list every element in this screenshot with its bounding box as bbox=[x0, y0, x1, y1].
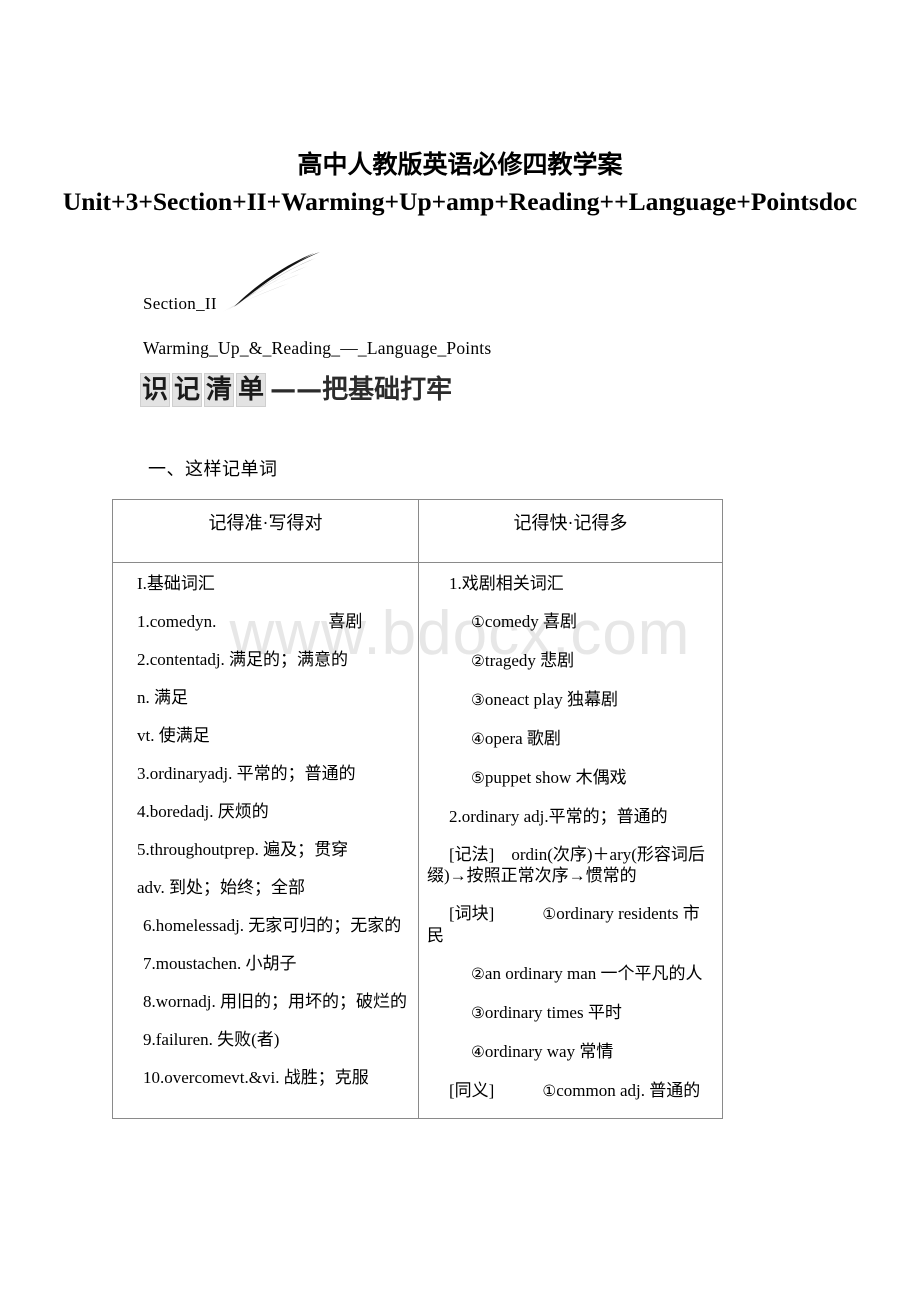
table-header-row: 记得准·写得对 记得快·记得多 bbox=[112, 499, 723, 563]
title-line-english: Unit+3+Section+II+Warming+Up+amp+Reading… bbox=[62, 187, 858, 216]
right-vocab-item: ④opera 歌剧 bbox=[427, 728, 714, 750]
right-vocab-item-text: an ordinary man 一个平凡的人 bbox=[484, 964, 703, 983]
right-vocab-item-text: 2.ordinary adj.平常的；普通的 bbox=[449, 807, 668, 826]
left-vocab-item: n. 满足 bbox=[137, 687, 410, 708]
left-vocab-item-text: 1.comedyn. bbox=[137, 612, 217, 631]
right-vocab-item-text: comedy 喜剧 bbox=[484, 612, 577, 631]
left-vocab-item: 10.overcomevt.&vi. 战胜；克服 bbox=[121, 1067, 410, 1088]
boxed-heading: 识记清单 ——把基础打牢 bbox=[0, 373, 920, 407]
right-vocab-item-label: [同义] bbox=[449, 1081, 495, 1100]
left-vocab-item: 4.boredadj. 厌烦的 bbox=[137, 801, 410, 822]
left-vocab-item-text: 6.homelessadj. 无家可归的；无家的 bbox=[143, 916, 402, 935]
left-vocab-item-text: adv. 到处；始终；全部 bbox=[137, 878, 305, 897]
right-vocab-item-marker: ① bbox=[542, 1082, 557, 1100]
right-vocab-item-marker: ② bbox=[471, 652, 485, 670]
left-vocab-item: 3.ordinaryadj. 平常的；普通的 bbox=[137, 763, 410, 784]
document-page: 高中人教版英语必修四教学案 Unit+3+Section+II+Warming+… bbox=[0, 0, 920, 1119]
left-vocab-item-text: 5.throughoutprep. 遍及；贯穿 bbox=[137, 840, 349, 859]
left-vocab-item-text: 7.moustachen. 小胡子 bbox=[143, 954, 297, 973]
section-subtitle: Warming_Up_&_Reading_—_Language_Points bbox=[143, 338, 492, 358]
vocabulary-table: 记得准·写得对 记得快·记得多 I.基础词汇 1.comedyn. 喜剧 2.cont… bbox=[112, 499, 723, 1119]
right-vocab-item: 1.戏剧相关词汇 bbox=[427, 573, 714, 594]
left-vocab-item: 6.homelessadj. 无家可归的；无家的 bbox=[121, 915, 410, 936]
right-vocab-item: [同义] ①common adj. 普通的 bbox=[427, 1080, 714, 1102]
boxed-char-2: 记 bbox=[172, 373, 203, 407]
left-vocab-item-gloss: 喜剧 bbox=[328, 612, 363, 631]
left-vocab-item: 2.contentadj. 满足的；满意的 bbox=[137, 649, 410, 670]
right-vocab-item-marker: ① bbox=[471, 613, 485, 631]
left-vocab-item: 8.wornadj. 用旧的；用坏的；破烂的 bbox=[121, 991, 410, 1012]
left-vocab-item: 5.throughoutprep. 遍及；贯穿 bbox=[137, 839, 410, 860]
left-vocab-item-text: vt. 使满足 bbox=[137, 726, 210, 745]
right-vocab-item-text: oneact play 独幕剧 bbox=[484, 690, 619, 709]
left-vocab-item-text: 10.overcomevt.&vi. 战胜；克服 bbox=[143, 1068, 369, 1087]
list-heading: 一、这样记单词 bbox=[148, 459, 278, 479]
table-cell-right: 1.戏剧相关词汇 ①comedy 喜剧 ②tragedy 悲剧 ③oneact pla… bbox=[418, 562, 723, 1119]
right-vocab-item: [词块] ①ordinary residents 市民 bbox=[427, 903, 714, 946]
right-vocab-item-marker: ② bbox=[471, 965, 485, 983]
right-vocab-item-text: [记法] ordin(次序)＋ary(形容词后缀)→按照正常次序→惯常的 bbox=[427, 845, 705, 885]
right-vocab-item-marker: ⑤ bbox=[471, 769, 485, 787]
page-title: 高中人教版英语必修四教学案 Unit+3+Section+II+Warming+… bbox=[0, 0, 920, 220]
left-vocab-item-text: 4.boredadj. 厌烦的 bbox=[137, 802, 269, 821]
left-vocab-item: 1.comedyn. 喜剧 bbox=[137, 611, 410, 632]
left-vocab-item: 9.failuren. 失败(者) bbox=[121, 1029, 410, 1050]
left-vocab-item-text: n. 满足 bbox=[137, 688, 188, 707]
table-cell-left: I.基础词汇 1.comedyn. 喜剧 2.contentadj. 满足的；满意的 n… bbox=[112, 562, 419, 1119]
right-vocab-item-text: common adj. 普通的 bbox=[556, 1081, 701, 1100]
left-vocab-item-text: I.基础词汇 bbox=[137, 574, 215, 593]
right-vocab-item: ③oneact play 独幕剧 bbox=[427, 689, 714, 711]
boxed-char-1: 识 bbox=[140, 373, 171, 407]
left-vocab-item: I.基础词汇 bbox=[137, 573, 410, 594]
right-vocab-list: 1.戏剧相关词汇 ①comedy 喜剧 ②tragedy 悲剧 ③oneact pla… bbox=[427, 573, 714, 1102]
boxed-char-4: 单 bbox=[236, 373, 267, 407]
right-vocab-item: 2.ordinary adj.平常的；普通的 bbox=[427, 806, 714, 827]
right-vocab-item: ②an ordinary man 一个平凡的人 bbox=[427, 963, 714, 985]
right-vocab-item-marker: ④ bbox=[471, 730, 485, 748]
table-header-right: 记得快·记得多 bbox=[418, 499, 723, 563]
right-vocab-item: ③ordinary times 平时 bbox=[427, 1002, 714, 1024]
left-vocab-item: adv. 到处；始终；全部 bbox=[137, 877, 410, 898]
right-vocab-item-text: opera 歌剧 bbox=[484, 729, 561, 748]
section-header: Section_II bbox=[0, 250, 920, 320]
right-vocab-item: ④ordinary way 常情 bbox=[427, 1041, 714, 1063]
table-body-row: I.基础词汇 1.comedyn. 喜剧 2.contentadj. 满足的；满意的 n… bbox=[112, 562, 723, 1119]
right-vocab-item-marker: ④ bbox=[471, 1043, 485, 1061]
right-vocab-item: ①comedy 喜剧 bbox=[427, 611, 714, 633]
right-vocab-item-text: ordinary way 常情 bbox=[484, 1042, 614, 1061]
left-vocab-item: 7.moustachen. 小胡子 bbox=[121, 953, 410, 974]
right-vocab-item: ⑤puppet show 木偶戏 bbox=[427, 767, 714, 789]
right-vocab-item-marker: ③ bbox=[471, 691, 485, 709]
left-vocab-item-text: 9.failuren. 失败(者) bbox=[143, 1030, 280, 1049]
table-header-left: 记得准·写得对 bbox=[112, 499, 419, 563]
right-vocab-item-text: tragedy 悲剧 bbox=[484, 651, 575, 670]
right-vocab-item-text: puppet show 木偶戏 bbox=[484, 768, 627, 787]
right-vocab-item: ②tragedy 悲剧 bbox=[427, 650, 714, 672]
title-line-chinese: 高中人教版英语必修四教学案 bbox=[297, 152, 623, 179]
section-label: Section_II bbox=[143, 294, 217, 313]
boxed-char-3: 清 bbox=[204, 373, 235, 407]
right-vocab-item-marker: ③ bbox=[471, 1004, 485, 1022]
left-vocab-item: vt. 使满足 bbox=[137, 725, 410, 746]
right-vocab-item: [记法] ordin(次序)＋ary(形容词后缀)→按照正常次序→惯常的 bbox=[427, 844, 714, 886]
right-vocab-item-marker: ① bbox=[542, 905, 557, 923]
left-vocab-item-text: 3.ordinaryadj. 平常的；普通的 bbox=[137, 764, 356, 783]
right-vocab-item-text: 1.戏剧相关词汇 bbox=[449, 574, 564, 593]
boxed-heading-tail: ——把基础打牢 bbox=[270, 375, 453, 405]
left-vocab-item-text: 8.wornadj. 用旧的；用坏的；破烂的 bbox=[143, 992, 407, 1011]
right-vocab-item-label: [词块] bbox=[449, 904, 495, 923]
right-vocab-item-text: ordinary times 平时 bbox=[484, 1003, 622, 1022]
left-vocab-list: I.基础词汇 1.comedyn. 喜剧 2.contentadj. 满足的；满意的 n… bbox=[121, 573, 410, 1088]
left-vocab-item-text: 2.contentadj. 满足的；满意的 bbox=[137, 650, 349, 669]
